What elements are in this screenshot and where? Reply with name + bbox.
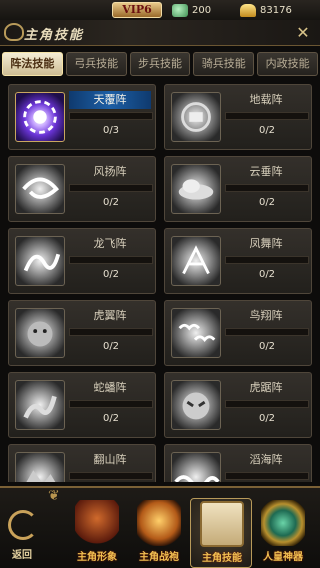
skill-name: 蛇蟠阵 (93, 381, 127, 394)
mountain-icon (15, 452, 65, 482)
tab-cavalry-skills[interactable]: 骑兵技能 (193, 52, 255, 76)
nav-emperor-artifact[interactable]: 人皇神器 (252, 498, 314, 568)
nav-hero-skills[interactable]: 主角技能 (190, 498, 252, 568)
skill-progress-bar (69, 400, 153, 408)
skill-level-count: 0/2 (258, 197, 276, 208)
page-title: 主角技能 (24, 28, 85, 43)
skill-name: 凤舞阵 (249, 237, 283, 250)
back-swirl-icon (8, 510, 38, 540)
wave-icon (171, 452, 221, 482)
skill-category-tabs: 阵法技能 弓兵技能 步兵技能 骑兵技能 内政技能 (2, 52, 318, 76)
close-icon[interactable]: ✕ (294, 24, 312, 42)
skill-progress-bar (69, 112, 153, 120)
skill-name: 鸟翔阵 (249, 309, 283, 322)
title-bar: 主角技能 ✕ (0, 20, 320, 46)
cloud-icon (171, 164, 221, 214)
nav-hero-appearance[interactable]: 主角形象 (66, 498, 128, 568)
jade-amount: 200 (192, 5, 212, 16)
dragon-icon (15, 236, 65, 286)
skill-card[interactable]: 鸟翔阵 0/2 (164, 300, 312, 366)
skill-progress-bar (225, 400, 309, 408)
birds-icon (171, 308, 221, 358)
skill-level-count: 0/3 (102, 125, 120, 136)
skill-level-count: 0/2 (102, 413, 120, 424)
skill-progress-bar (69, 256, 153, 264)
skill-progress-bar (225, 472, 309, 480)
tab-domestic-skills[interactable]: 内政技能 (257, 52, 318, 76)
skill-card[interactable]: 蛇蟠阵 0/2 (8, 372, 156, 438)
vip-badge[interactable]: VIP6 (112, 2, 162, 18)
skill-progress-bar (225, 184, 309, 192)
tab-infantry-skills[interactable]: 步兵技能 (129, 52, 191, 76)
skill-card[interactable]: 天覆阵 0/3 (8, 84, 156, 150)
skill-name: 龙飞阵 (93, 237, 127, 250)
skill-name: 地载阵 (249, 93, 283, 106)
skill-progress-bar (225, 112, 309, 120)
skill-progress-bar (69, 328, 153, 336)
artifact-icon (261, 500, 305, 546)
skill-progress-bar (69, 184, 153, 192)
gold-resource: 83176 (240, 3, 292, 18)
skill-level-count: 0/2 (102, 197, 120, 208)
skill-card[interactable]: 滔海阵 (164, 444, 312, 482)
jade-icon (172, 4, 188, 17)
skill-level-count: 0/2 (258, 341, 276, 352)
skill-card[interactable]: 龙飞阵 0/2 (8, 228, 156, 294)
skill-card[interactable]: 虎翼阵 0/2 (8, 300, 156, 366)
jade-resource: 200 (172, 3, 211, 18)
skill-level-count: 0/2 (258, 413, 276, 424)
tab-formation-skills[interactable]: 阵法技能 (2, 52, 63, 76)
snake-icon (15, 380, 65, 430)
skill-level-count: 0/2 (258, 125, 276, 136)
title-emblem-icon (4, 23, 24, 41)
skill-card[interactable]: 地载阵 0/2 (164, 84, 312, 150)
skill-progress-bar (225, 328, 309, 336)
nav-hero-robe[interactable]: 主角战袍 (128, 498, 190, 568)
tab-archer-skills[interactable]: 弓兵技能 (65, 52, 127, 76)
beast-icon (171, 380, 221, 430)
back-label: 返回 (12, 550, 32, 561)
hero-portrait-icon (75, 500, 119, 546)
armor-icon (137, 500, 181, 546)
skill-name: 云垂阵 (249, 165, 283, 178)
gold-ingot-icon (240, 4, 256, 17)
skill-grid: 天覆阵 0/3 地载阵 0/2 风扬阵 0/2 云垂阵 0/2 龙飞阵 0/2 凤舞阵 0/2 虎翼阵 0… (4, 84, 316, 482)
skill-card[interactable]: 虎踞阵 0/2 (164, 372, 312, 438)
purple-vortex-icon (15, 92, 65, 142)
bottom-nav: ❦ 返回 主角形象 主角战袍 主角技能 人皇神器 (0, 486, 320, 568)
skill-list[interactable]: 天覆阵 0/3 地载阵 0/2 风扬阵 0/2 云垂阵 0/2 龙飞阵 0/2 凤舞阵 0/2 虎翼阵 0… (4, 84, 316, 482)
skill-progress-bar (69, 472, 153, 480)
skill-card[interactable]: 凤舞阵 0/2 (164, 228, 312, 294)
back-button[interactable]: 返回 (2, 508, 42, 564)
phoenix-icon (171, 236, 221, 286)
skill-level-count: 0/2 (102, 269, 120, 280)
nav-label: 主角战袍 (139, 552, 179, 563)
skill-name: 翻山阵 (93, 453, 127, 466)
grey-emblem-icon (171, 92, 221, 142)
skill-card[interactable]: 翻山阵 (8, 444, 156, 482)
skill-card[interactable]: 风扬阵 0/2 (8, 156, 156, 222)
nav-label: 主角技能 (202, 553, 242, 564)
skill-name: 虎翼阵 (93, 309, 127, 322)
top-resource-bar: VIP6 200 83176 (0, 0, 320, 22)
skill-book-icon (200, 501, 244, 547)
whirlwind-icon (15, 164, 65, 214)
skill-name: 天覆阵 (69, 91, 151, 109)
skill-level-count: 0/2 (102, 341, 120, 352)
nav-label: 人皇神器 (263, 552, 303, 563)
skill-card[interactable]: 云垂阵 0/2 (164, 156, 312, 222)
skill-progress-bar (225, 256, 309, 264)
gold-amount: 83176 (260, 5, 292, 16)
skill-name: 虎踞阵 (249, 381, 283, 394)
skill-level-count: 0/2 (258, 269, 276, 280)
nav-label: 主角形象 (77, 552, 117, 563)
tiger-icon (15, 308, 65, 358)
skill-name: 滔海阵 (249, 453, 283, 466)
skill-name: 风扬阵 (93, 165, 127, 178)
